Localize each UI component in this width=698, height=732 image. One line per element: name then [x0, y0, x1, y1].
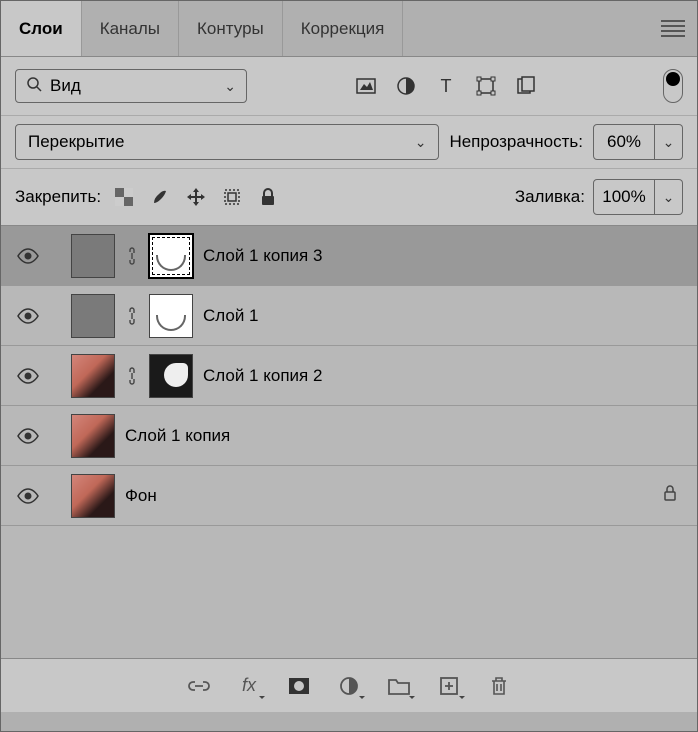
layers-list: Слой 1 копия 3 Слой 1 Слой 1 копия 2 Сло… [1, 226, 697, 658]
delete-layer-icon[interactable] [487, 674, 511, 698]
lock-transparency-icon[interactable] [113, 186, 135, 208]
visibility-eye-icon[interactable] [15, 483, 41, 509]
lock-paint-icon[interactable] [149, 186, 171, 208]
filter-smart-icon[interactable] [515, 75, 537, 97]
layer-thumb[interactable] [71, 474, 115, 518]
link-icon[interactable] [125, 307, 139, 325]
layer-mask-thumb[interactable] [149, 294, 193, 338]
layer-mask-thumb[interactable] [149, 234, 193, 278]
filter-pixel-icon[interactable] [355, 75, 377, 97]
visibility-eye-icon[interactable] [15, 303, 41, 329]
link-layers-icon[interactable] [187, 674, 211, 698]
bottom-toolbar: fx [1, 658, 697, 712]
opacity-chevron[interactable]: ⌄ [655, 124, 683, 160]
tab-paths[interactable]: Контуры [179, 1, 283, 56]
chevron-down-icon: ⌄ [415, 134, 427, 151]
chevron-down-icon: ⌄ [224, 78, 236, 95]
layer-filter-select[interactable]: Вид ⌄ [15, 69, 247, 103]
link-icon[interactable] [125, 247, 139, 265]
tab-layers[interactable]: Слои [1, 1, 82, 56]
layer-effects-icon[interactable]: fx [237, 674, 261, 698]
layer-name[interactable]: Слой 1 копия 3 [203, 246, 683, 266]
lock-all-icon[interactable] [257, 186, 279, 208]
layer-thumb[interactable] [71, 234, 115, 278]
layer-row[interactable]: Слой 1 копия 3 [1, 226, 697, 286]
add-adjustment-icon[interactable] [337, 674, 361, 698]
lock-label: Закрепить: [15, 187, 101, 207]
layer-thumb[interactable] [71, 294, 115, 338]
filter-toolbar: Вид ⌄ T [1, 57, 697, 115]
panel-tabs: Слои Каналы Контуры Коррекция [1, 1, 697, 57]
fill-label: Заливка: [515, 187, 585, 207]
layer-thumb[interactable] [71, 354, 115, 398]
filter-shape-icon[interactable] [475, 75, 497, 97]
link-icon[interactable] [125, 367, 139, 385]
svg-text:T: T [441, 76, 452, 96]
search-icon [26, 76, 42, 97]
layer-name[interactable]: Слой 1 копия [125, 426, 683, 446]
filter-label: Вид [50, 76, 224, 96]
layer-row[interactable]: Слой 1 копия 2 [1, 346, 697, 406]
layer-row[interactable]: Фон [1, 466, 697, 526]
filter-adjustment-icon[interactable] [395, 75, 417, 97]
visibility-eye-icon[interactable] [15, 243, 41, 269]
add-mask-icon[interactable] [287, 674, 311, 698]
filter-type-icon[interactable]: T [435, 75, 457, 97]
visibility-eye-icon[interactable] [15, 423, 41, 449]
panel-menu-icon[interactable] [661, 20, 685, 38]
opacity-value[interactable]: 60% [593, 124, 655, 160]
blend-mode-select[interactable]: Перекрытие ⌄ [15, 124, 439, 160]
lock-icon [663, 485, 683, 506]
lock-toolbar: Закрепить: Заливка: 100% ⌄ [1, 168, 697, 226]
layer-row[interactable]: Слой 1 [1, 286, 697, 346]
filter-toggle[interactable] [663, 69, 683, 103]
layer-thumb[interactable] [71, 414, 115, 458]
add-group-icon[interactable] [387, 674, 411, 698]
layer-name[interactable]: Слой 1 копия 2 [203, 366, 683, 386]
opacity-label: Непрозрачность: [449, 132, 583, 152]
layer-row[interactable]: Слой 1 копия [1, 406, 697, 466]
layer-name[interactable]: Слой 1 [203, 306, 683, 326]
lock-position-icon[interactable] [185, 186, 207, 208]
tab-adjustments[interactable]: Коррекция [283, 1, 404, 56]
lock-artboard-icon[interactable] [221, 186, 243, 208]
add-layer-icon[interactable] [437, 674, 461, 698]
fill-value[interactable]: 100% [593, 179, 655, 215]
fill-chevron[interactable]: ⌄ [655, 179, 683, 215]
tab-channels[interactable]: Каналы [82, 1, 179, 56]
layer-mask-thumb[interactable] [149, 354, 193, 398]
visibility-eye-icon[interactable] [15, 363, 41, 389]
layer-name[interactable]: Фон [125, 486, 653, 506]
blend-toolbar: Перекрытие ⌄ Непрозрачность: 60% ⌄ [1, 115, 697, 168]
